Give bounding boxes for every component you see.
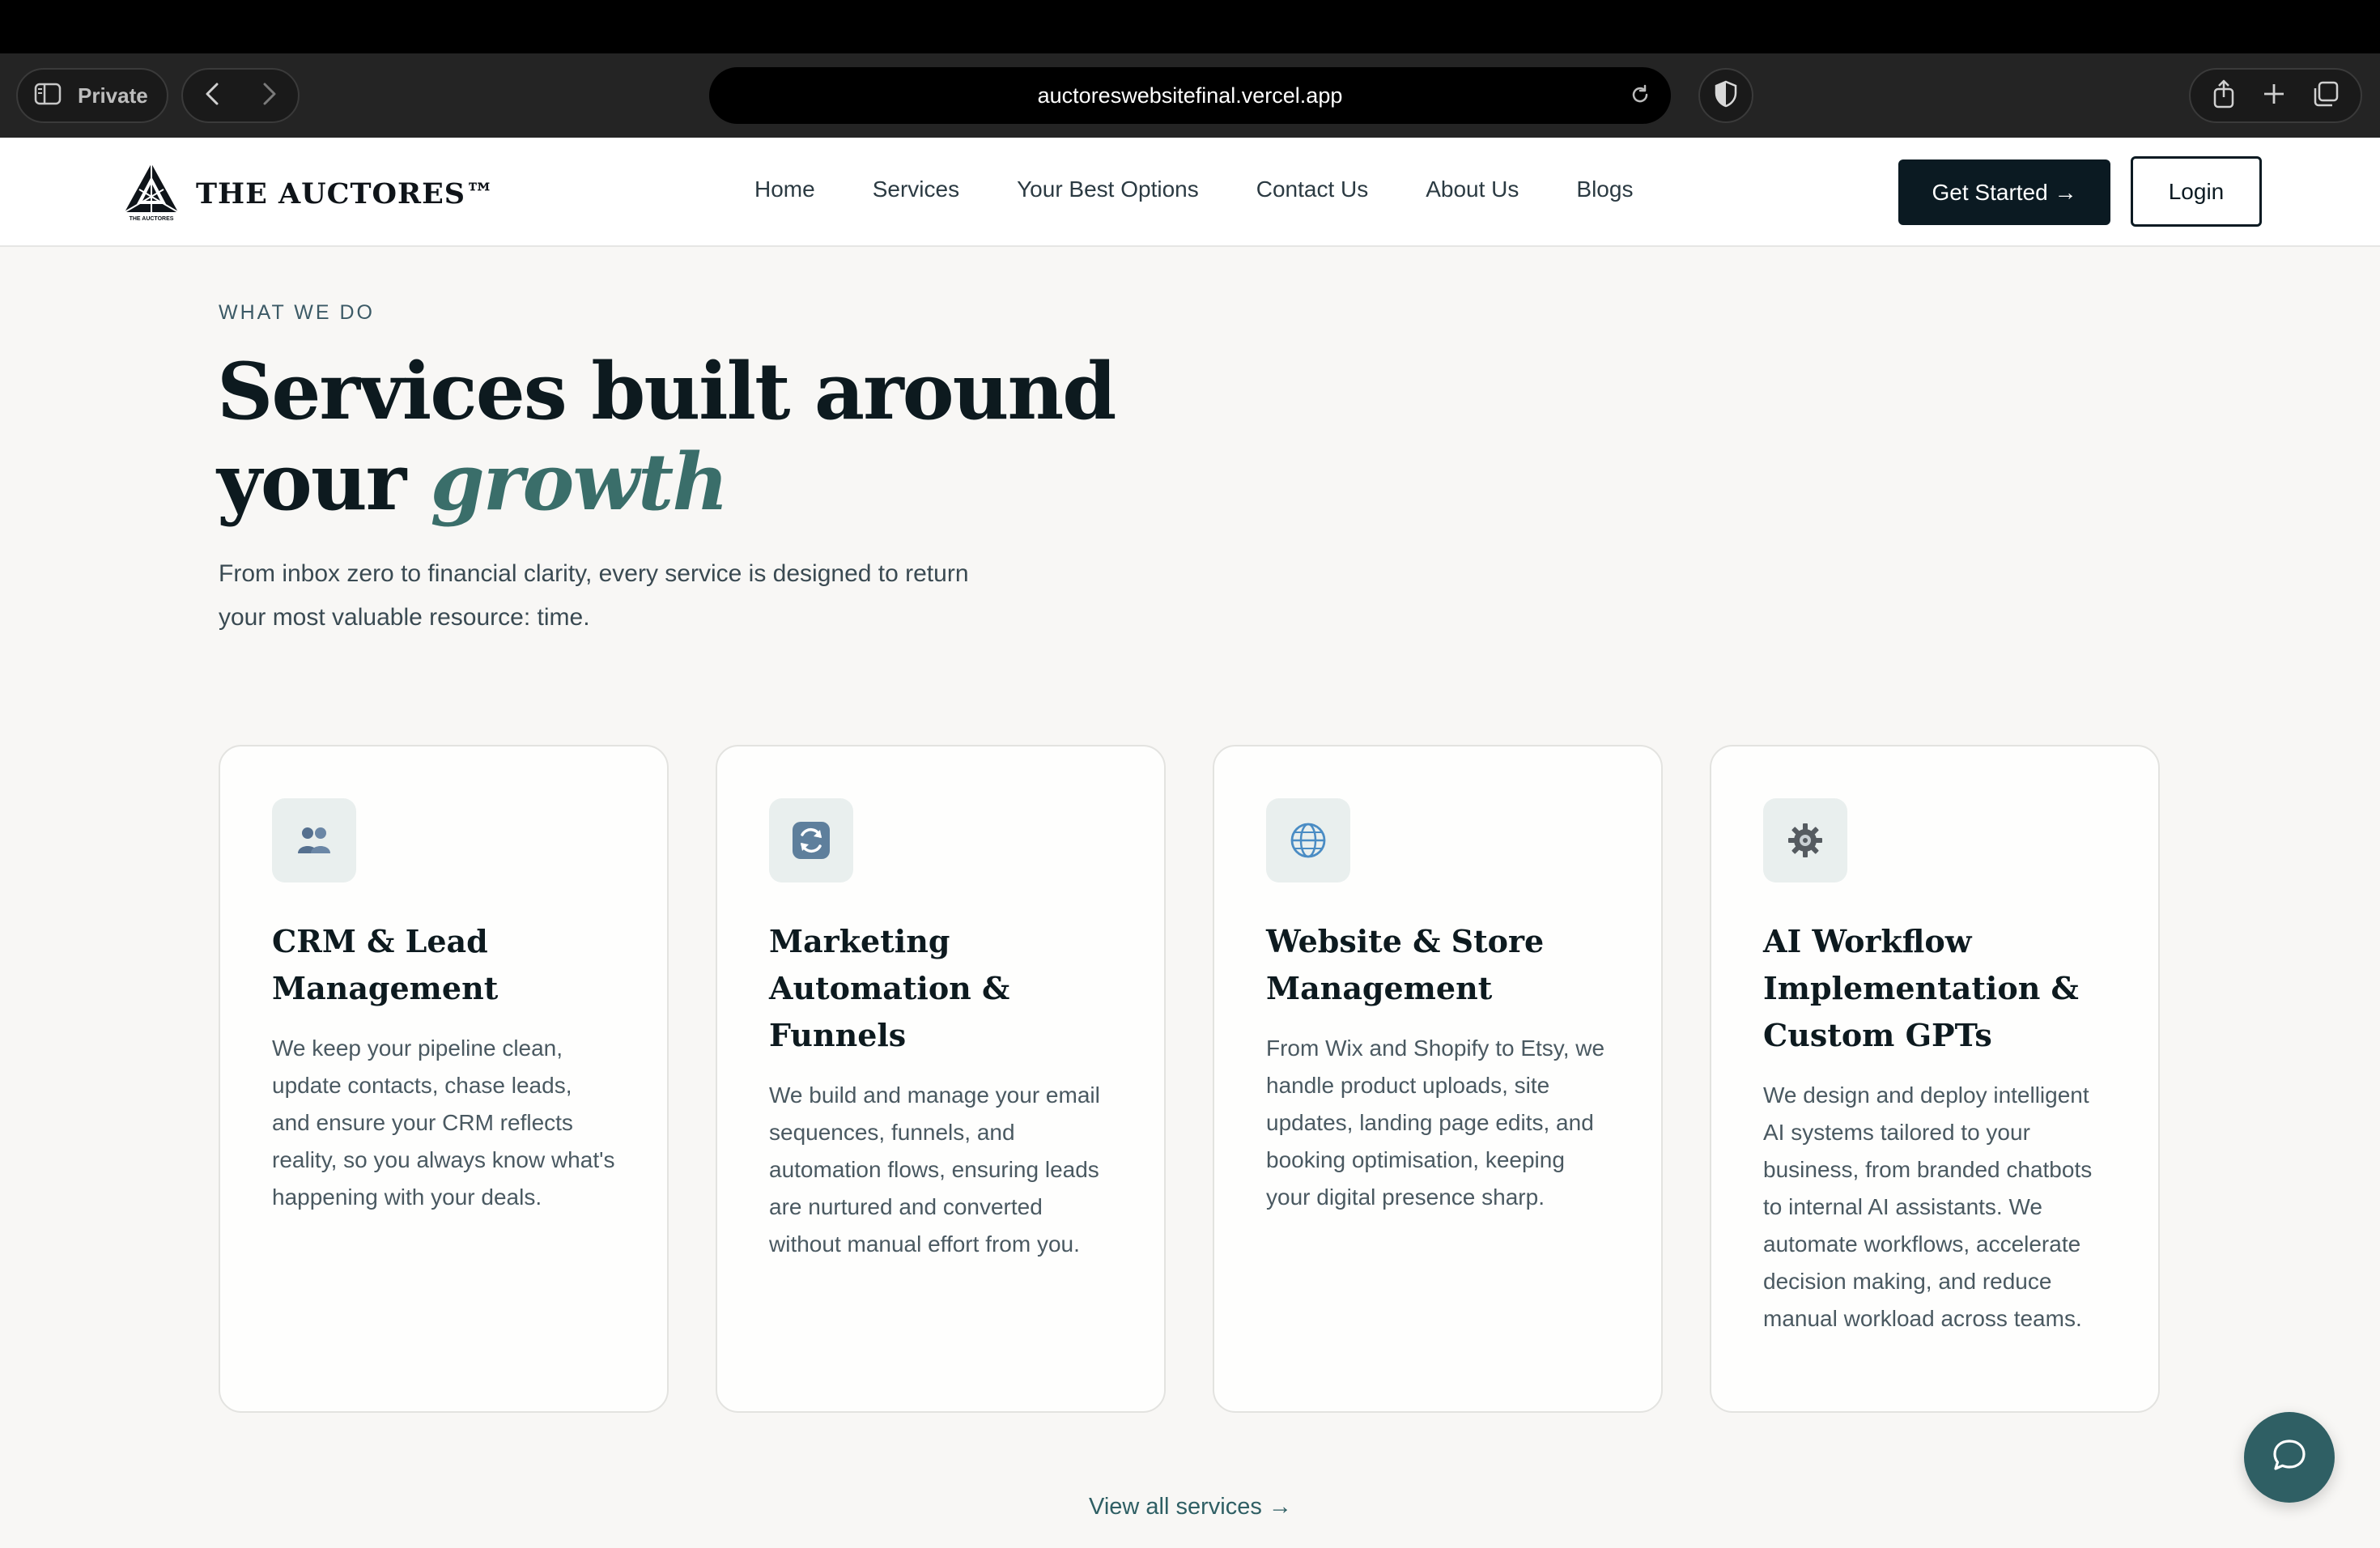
brand-logo[interactable]: THE AUCTORES THE AUCTORES™ xyxy=(121,162,495,226)
back-arrow-icon[interactable] xyxy=(204,82,220,110)
section-headline: Services built around your growth xyxy=(217,346,1116,528)
nav-blogs[interactable]: Blogs xyxy=(1576,176,1633,202)
people-icon xyxy=(272,798,356,882)
nav-contact-us[interactable]: Contact Us xyxy=(1256,176,1369,202)
service-card-crm[interactable]: CRM & Lead Management We keep your pipel… xyxy=(219,745,669,1413)
service-description: We build and manage your email sequences… xyxy=(769,1082,1100,1257)
section-intro: From inbox zero to financial clarity, ev… xyxy=(219,552,1028,640)
globe-icon xyxy=(1266,798,1350,882)
sidebar-icon xyxy=(34,83,62,109)
private-label: Private xyxy=(78,83,148,108)
service-card-ai-workflow[interactable]: AI Workflow Implementation & Custom GPTs… xyxy=(1710,745,2160,1413)
view-all-services-link[interactable]: View all services → xyxy=(1089,1494,1292,1520)
service-description: We keep your pipeline clean, update cont… xyxy=(272,1036,615,1210)
refresh-icon xyxy=(769,798,853,882)
main-nav: Home Services Your Best Options Contact … xyxy=(754,176,1690,202)
service-title: Marketing Automation & Funnels xyxy=(769,923,1010,1053)
service-title: CRM & Lead Management xyxy=(272,923,499,1006)
privacy-shield-button[interactable] xyxy=(1698,68,1753,123)
tabs-overview-icon[interactable] xyxy=(2312,80,2340,112)
service-description: From Wix and Shopify to Etsy, we handle … xyxy=(1266,1036,1605,1210)
address-bar[interactable]: auctoreswebsitefinal.vercel.app xyxy=(709,67,1671,124)
service-card-website[interactable]: Website & Store Management From Wix and … xyxy=(1213,745,1663,1413)
url-text: auctoreswebsitefinal.vercel.app xyxy=(1037,83,1343,108)
get-started-button[interactable]: Get Started → xyxy=(1898,159,2110,225)
share-icon[interactable] xyxy=(2212,79,2236,113)
headline-line1: Services built around xyxy=(217,346,1116,437)
brand-name: THE AUCTORES™ xyxy=(196,177,495,211)
nav-services[interactable]: Services xyxy=(873,176,959,202)
auctores-logo-icon: THE AUCTORES xyxy=(121,162,181,226)
new-tab-icon[interactable] xyxy=(2262,82,2286,110)
nav-about-us[interactable]: About Us xyxy=(1426,176,1519,202)
nav-best-options[interactable]: Your Best Options xyxy=(1017,176,1199,202)
private-sidebar-button[interactable]: Private xyxy=(16,68,168,123)
gear-icon xyxy=(1763,798,1847,882)
login-button[interactable]: Login xyxy=(2131,156,2262,227)
system-menu-bar xyxy=(0,0,2380,53)
chat-bubble-icon xyxy=(2269,1435,2310,1480)
service-title: AI Workflow Implementation & Custom GPTs xyxy=(1763,923,2079,1053)
service-description: We design and deploy intelligent AI syst… xyxy=(1763,1082,2093,1331)
service-card-marketing[interactable]: Marketing Automation & Funnels We build … xyxy=(716,745,1166,1413)
intro-line1: From inbox zero to financial clarity, ev… xyxy=(219,560,969,587)
reload-icon[interactable] xyxy=(1629,83,1651,110)
service-title: Website & Store Management xyxy=(1266,923,1545,1006)
site-header: THE AUCTORES THE AUCTORES™ Home Services… xyxy=(0,138,2380,247)
nav-home[interactable]: Home xyxy=(754,176,815,202)
section-eyebrow: WHAT WE DO xyxy=(219,301,375,324)
headline-accent: growth xyxy=(430,436,729,528)
browser-actions xyxy=(2189,68,2362,123)
history-nav xyxy=(181,68,300,123)
shield-icon xyxy=(1714,80,1738,112)
browser-toolbar: Private auctoreswebsitefinal.vercel.app xyxy=(0,53,2380,138)
forward-arrow-icon[interactable] xyxy=(261,82,278,110)
logo-caption: THE AUCTORES xyxy=(130,216,174,222)
intro-line2: your most valuable resource: time. xyxy=(219,604,590,631)
headline-prefix: your xyxy=(217,436,431,528)
chat-widget-button[interactable] xyxy=(2244,1412,2335,1503)
